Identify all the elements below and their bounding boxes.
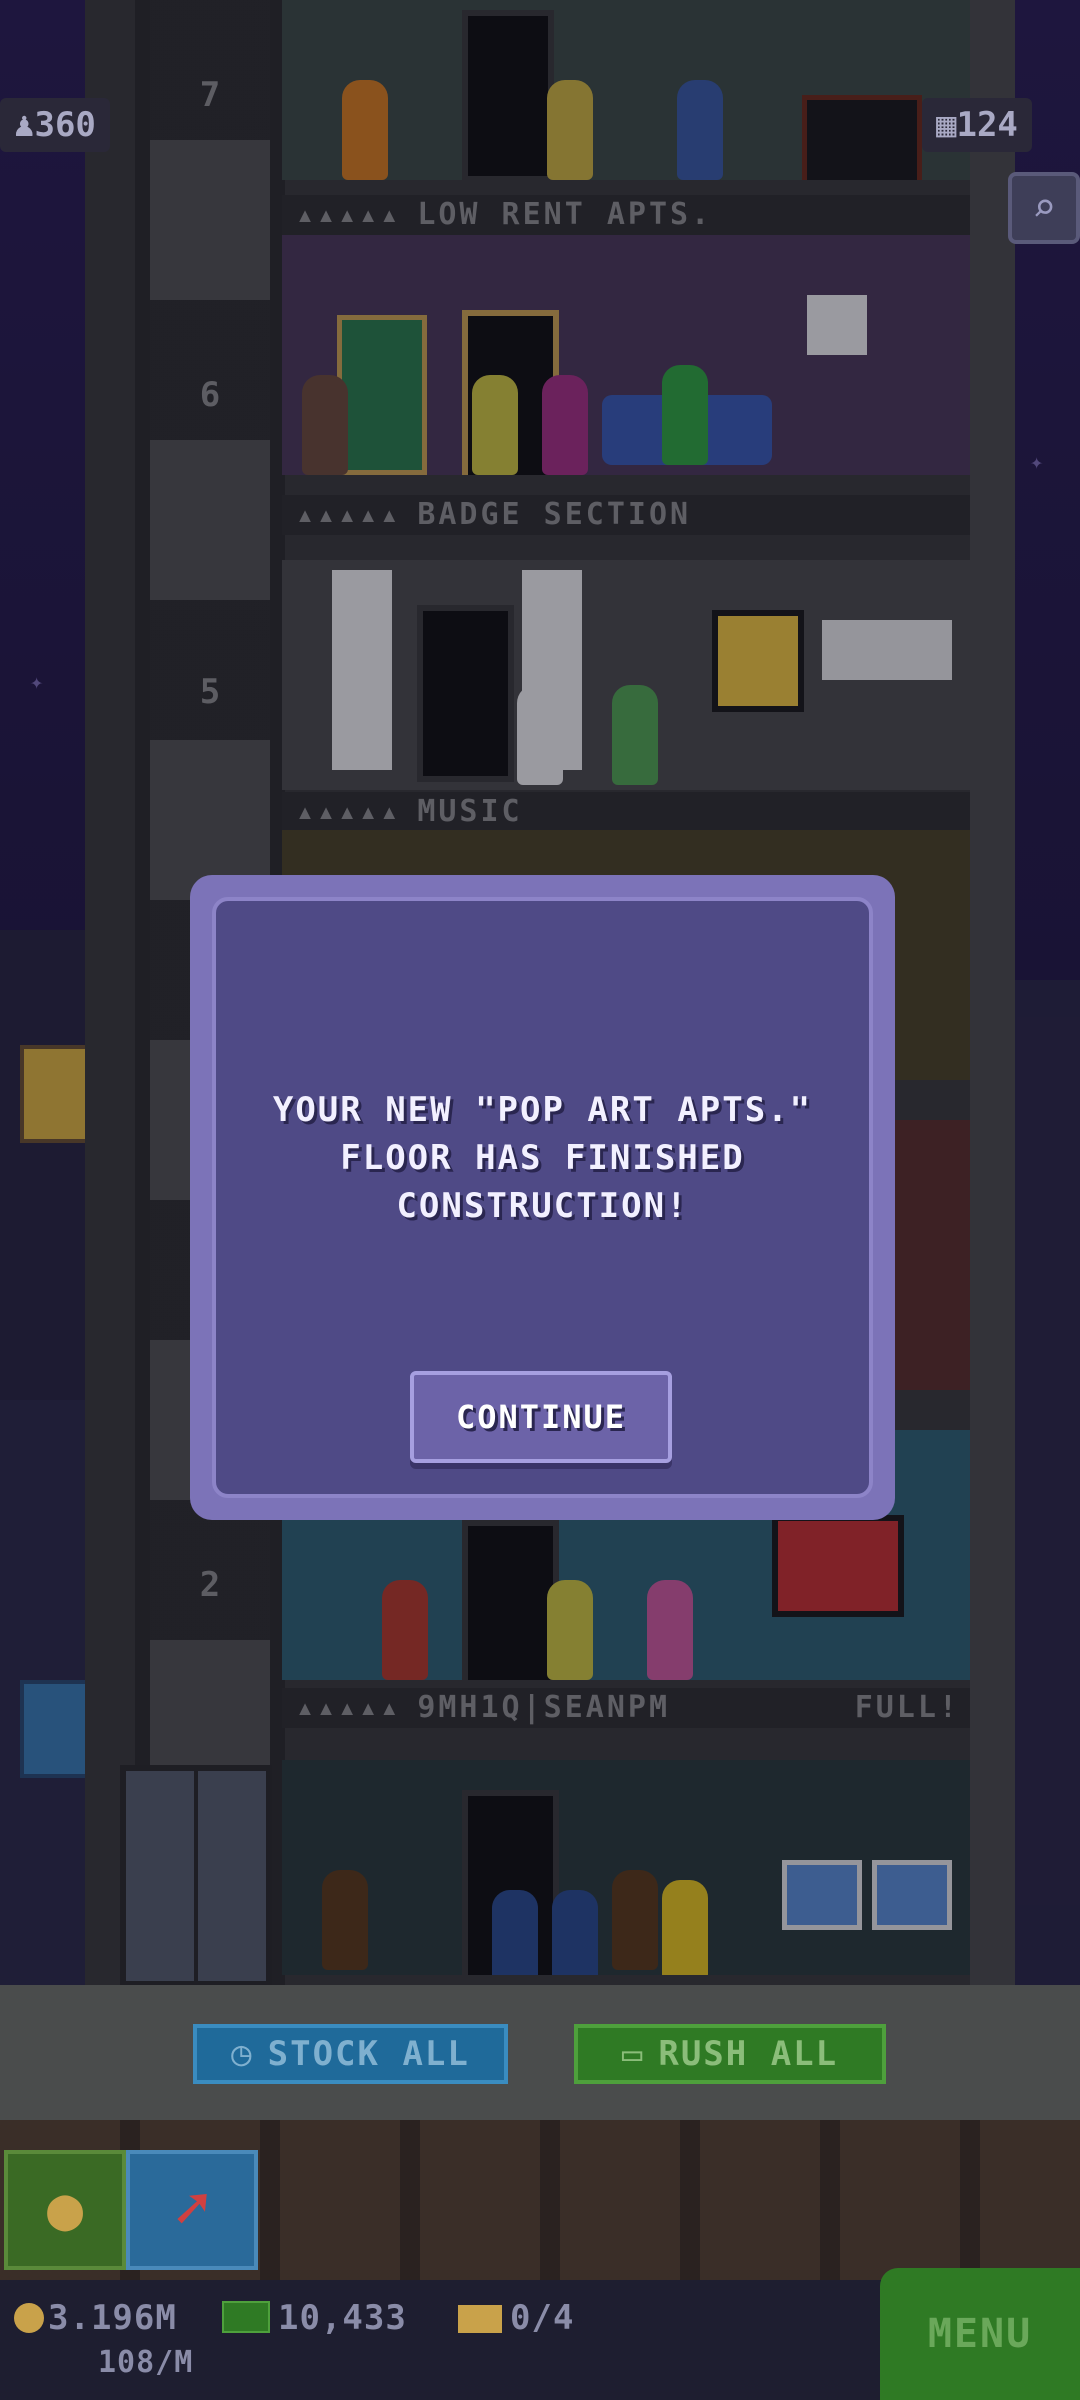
collect-coins-button[interactable]: ●	[4, 2150, 126, 2270]
rush-all-button[interactable]: ▭ RUSH ALL	[574, 2024, 886, 2084]
floor-counter: ▦124	[922, 98, 1032, 152]
dialog-message-line: YOUR NEW "POP ART APTS."	[272, 1090, 813, 1130]
person-icon: ♟	[14, 105, 35, 145]
dialog-panel: YOUR NEW "POP ART APTS." FLOOR HAS FINIS…	[212, 897, 873, 1498]
ticket-icon	[458, 2305, 502, 2333]
dialog-message: YOUR NEW "POP ART APTS." FLOOR HAS FINIS…	[236, 1086, 849, 1230]
search-button[interactable]: ⌕	[1008, 172, 1080, 244]
building-icon: ▦	[936, 105, 957, 145]
bux-icon	[222, 2301, 270, 2333]
coins-display: 3.196M	[14, 2298, 177, 2338]
dialog-message-line: FLOOR HAS FINISHED	[340, 1138, 745, 1178]
construction-complete-dialog: YOUR NEW "POP ART APTS." FLOOR HAS FINIS…	[190, 875, 895, 1520]
stock-all-button[interactable]: ◷ STOCK ALL	[193, 2024, 508, 2084]
ground-strip	[0, 1985, 1080, 2120]
coin-rate-display: 108/M	[98, 2345, 194, 2380]
bux-display: 10,433	[222, 2298, 407, 2338]
raffle-arrow-button[interactable]: ➚	[126, 2150, 258, 2270]
tickets-display: 0/4	[458, 2298, 574, 2338]
population-counter: ♟360	[0, 98, 110, 152]
arrow-icon: ➚	[173, 2174, 211, 2244]
coins-icon: ●	[46, 2174, 84, 2244]
magnifier-icon: ⌕	[1031, 185, 1057, 231]
clock-icon: ◷	[231, 2034, 254, 2074]
menu-button[interactable]: MENU	[880, 2268, 1080, 2400]
continue-button[interactable]: CONTINUE	[410, 1371, 672, 1463]
bux-icon: ▭	[621, 2034, 645, 2074]
dialog-message-line: CONSTRUCTION!	[396, 1186, 689, 1226]
coin-icon	[14, 2303, 44, 2333]
